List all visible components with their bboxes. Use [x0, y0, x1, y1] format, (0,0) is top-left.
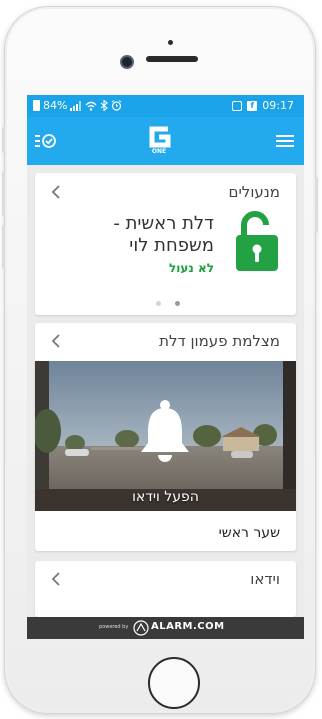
battery-percent: 84%: [43, 99, 68, 112]
powered-by-text: powered by: [99, 624, 129, 630]
wifi-icon: [85, 101, 97, 111]
alarm-clock-icon: [112, 100, 122, 111]
locks-card: מנעולים דלת ראשית - משפחת לוי לא נעול: [35, 173, 296, 315]
lock-name-line2: משפחת לוי: [129, 235, 214, 256]
hamburger-menu-icon[interactable]: [276, 134, 294, 148]
bluetooth-icon: [101, 100, 109, 111]
proximity-sensor: [168, 40, 173, 45]
instagram-icon: [232, 100, 243, 111]
camera-name: שער ראשי: [218, 525, 280, 541]
alarm-com-brand: ALARM.COM: [151, 621, 225, 632]
logo-subtitle: ONE: [151, 148, 167, 155]
app-bar: ONE: [27, 117, 304, 165]
bell-icon: [141, 400, 189, 462]
front-camera: [120, 55, 134, 69]
unlocked-padlock-icon[interactable]: [234, 211, 280, 273]
facebook-icon: f: [247, 100, 258, 111]
earpiece-speaker: [146, 56, 198, 62]
chevron-left-icon[interactable]: [49, 185, 63, 199]
chevron-left-icon[interactable]: [49, 572, 63, 586]
mute-switch: [2, 127, 5, 153]
status-bar: 84% f 09:17: [27, 95, 304, 117]
status-time: 09:17: [262, 99, 294, 112]
power-button: [315, 177, 318, 233]
app-screen: 84% f 09:17 ONE מנעולים דלת ראשית - משפח…: [27, 95, 304, 639]
app-logo: ONE: [146, 125, 172, 157]
camera-preview[interactable]: הפעל וידאו: [35, 361, 296, 511]
video-card-title: וידאו: [250, 570, 280, 588]
chevron-left-icon[interactable]: [49, 334, 63, 348]
alarm-logo-icon: [133, 620, 149, 636]
pager-dot-active[interactable]: [175, 301, 180, 306]
powered-by-footer: powered by ALARM.COM: [27, 617, 304, 639]
battery-icon: [33, 100, 40, 111]
video-card: וידאו: [35, 561, 296, 617]
g-logo-icon: [149, 126, 171, 148]
volume-down-button: [2, 225, 5, 269]
lock-status: לא נעול: [169, 261, 214, 275]
home-button[interactable]: [148, 657, 200, 709]
pager-dot[interactable]: [156, 301, 161, 306]
lock-name-line1: דלת ראשית -: [113, 213, 214, 234]
check-list-icon[interactable]: [35, 133, 57, 149]
play-video-label[interactable]: הפעל וידאו: [35, 489, 296, 505]
locks-card-title: מנעולים: [228, 183, 280, 201]
volume-up-button: [2, 172, 5, 216]
signal-icon: [70, 100, 82, 111]
lock-name: דלת ראשית - משפחת לוי: [64, 213, 214, 257]
doorbell-card-title: מצלמת פעמון דלת: [159, 332, 280, 350]
doorbell-camera-card: מצלמת פעמון דלת הפעל וידאו שער ראשי: [35, 323, 296, 551]
